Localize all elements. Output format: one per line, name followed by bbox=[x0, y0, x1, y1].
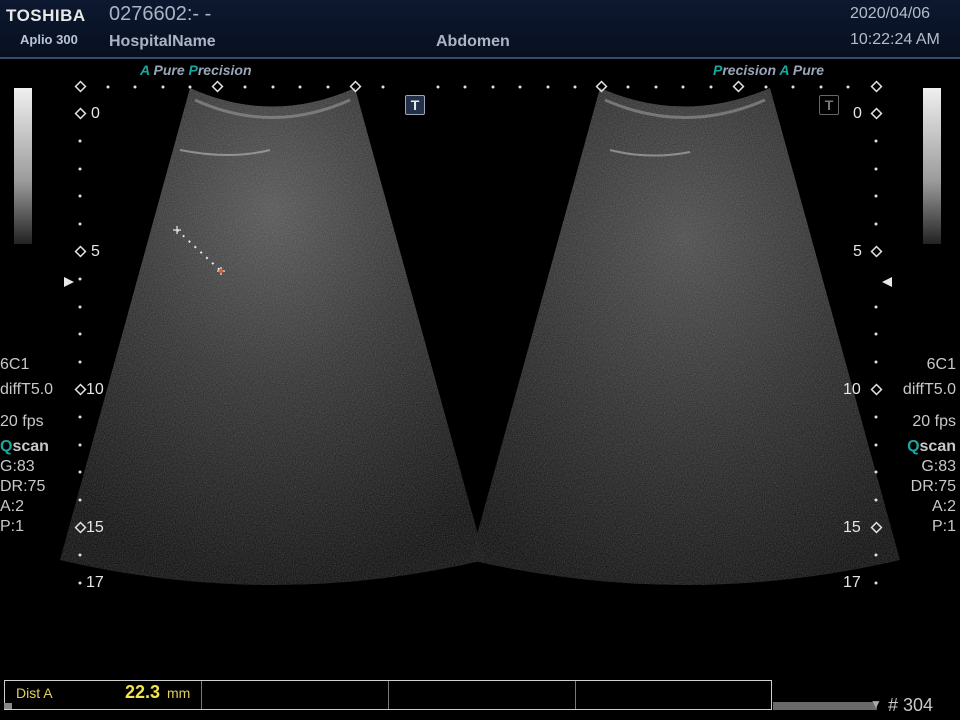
left-a-value: A:2 bbox=[0, 498, 25, 515]
measurement-unit: mm bbox=[167, 685, 191, 701]
left-pane-active-icon[interactable]: T bbox=[405, 95, 425, 115]
measurement-value: 22.3 bbox=[125, 682, 161, 702]
cine-progress-bar[interactable] bbox=[773, 702, 877, 710]
cine-thumb-icon[interactable]: ▼ bbox=[870, 697, 882, 711]
right-depth-10: 10 bbox=[843, 381, 861, 398]
left-dynamic-range: DR:75 bbox=[0, 478, 46, 495]
top-scale-diamonds bbox=[74, 80, 883, 93]
right-depth-15: 15 bbox=[843, 519, 861, 536]
right-grayscale-bar bbox=[923, 88, 941, 244]
right-dynamic-range: DR:75 bbox=[910, 478, 956, 495]
left-p-value: P:1 bbox=[0, 518, 25, 535]
left-depth-15: 15 bbox=[86, 519, 104, 536]
measurement-cell-empty[interactable] bbox=[576, 681, 770, 709]
right-mode: diffT5.0 bbox=[902, 381, 956, 398]
measurement-panel: Dist A 22.3 mm bbox=[4, 680, 772, 710]
left-fps: 20 fps bbox=[0, 413, 44, 430]
right-depth-5: 5 bbox=[853, 243, 862, 260]
ultrasound-image bbox=[60, 80, 900, 585]
left-focus-marker bbox=[64, 277, 74, 287]
right-focus-marker bbox=[882, 277, 892, 287]
frame-count: # 304 bbox=[888, 695, 934, 715]
left-grayscale-bar bbox=[14, 88, 32, 244]
measurement-label: Dist A bbox=[16, 685, 53, 701]
right-fps: 20 fps bbox=[912, 413, 956, 430]
right-pane-inactive-icon[interactable]: T bbox=[819, 95, 839, 115]
left-depth-17: 17 bbox=[86, 574, 104, 591]
top-scale bbox=[106, 85, 850, 89]
left-mode: diffT5.0 bbox=[0, 381, 54, 398]
left-depth-0: 0 bbox=[91, 105, 100, 122]
left-gain: G:83 bbox=[0, 458, 35, 475]
right-qscan: Qscan bbox=[907, 438, 956, 455]
left-brand-tag: A Pure Precision bbox=[140, 62, 252, 78]
cine-start-marker bbox=[4, 703, 12, 709]
right-gain: G:83 bbox=[921, 458, 956, 475]
measurement-cell-empty[interactable] bbox=[389, 681, 576, 709]
left-probe: 6C1 bbox=[0, 356, 30, 373]
right-depth-0: 0 bbox=[853, 105, 862, 122]
left-depth-5: 5 bbox=[91, 243, 100, 260]
right-a-value: A:2 bbox=[931, 498, 956, 515]
measurement-cell-dist[interactable]: Dist A 22.3 mm bbox=[5, 681, 202, 709]
right-p-value: P:1 bbox=[931, 518, 956, 535]
right-brand-tag: Precision A Pure bbox=[713, 62, 825, 78]
left-depth-10: 10 bbox=[86, 381, 104, 398]
measurement-cell-empty[interactable] bbox=[202, 681, 389, 709]
right-depth-17: 17 bbox=[843, 574, 861, 591]
left-qscan: Qscan bbox=[0, 438, 49, 455]
right-probe: 6C1 bbox=[926, 356, 956, 373]
